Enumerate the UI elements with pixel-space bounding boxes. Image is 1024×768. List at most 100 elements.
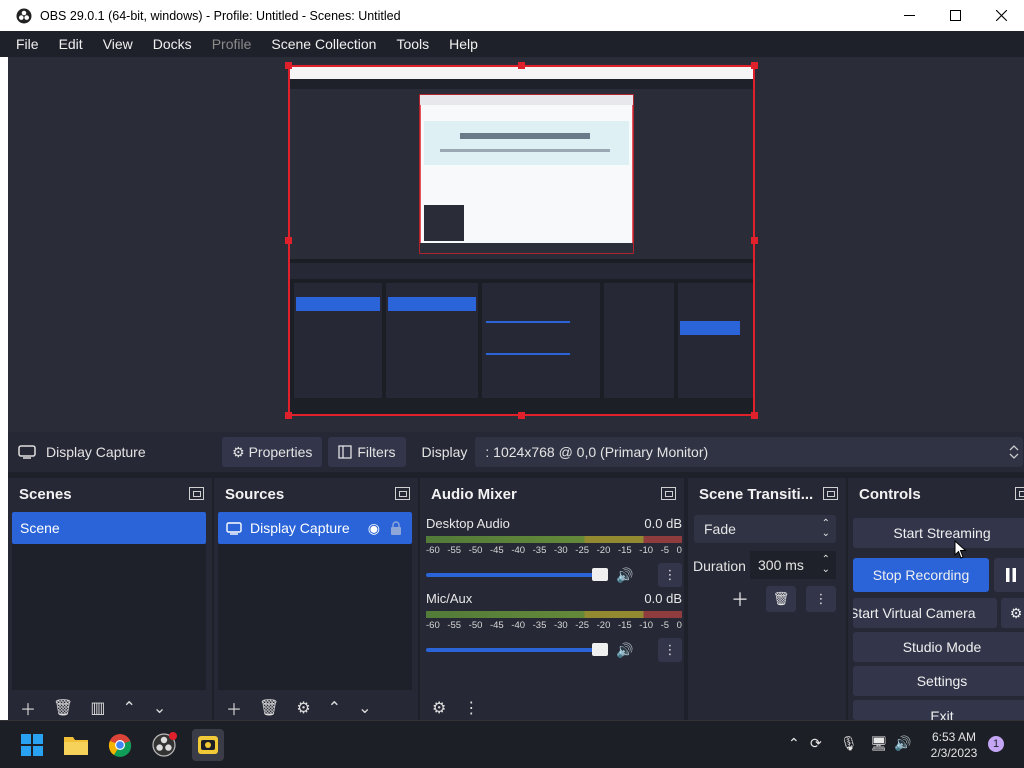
sources-list: Display Capture ◉ [218,512,412,690]
selected-source-name: Display Capture [46,444,146,460]
eye-icon[interactable]: ◉ [368,520,380,537]
settings-button[interactable]: Settings [853,666,1024,696]
microphone-icon[interactable]: 🎙 [840,735,858,752]
kebab-icon: ⋮ [663,642,677,657]
transition-select[interactable]: Fade ⌃ ⌄ [694,515,836,543]
mixer-channel-desktop: Desktop Audio 0.0 dB -60 -55 -50 -45 -40 -35-… [426,516,682,587]
duration-value: 300 ms [758,557,804,573]
duration-spinbox[interactable]: 300 ms ⌃ ⌄ [750,551,836,579]
exit-button[interactable]: Exit [853,700,1024,720]
menu-docks[interactable]: Docks [143,36,202,52]
volume-slider[interactable] [426,643,608,656]
speaker-icon[interactable]: 🔊 [616,567,633,584]
menu-view[interactable]: View [93,36,143,52]
display-select[interactable]: : 1024x768 @ 0,0 (Primary Monitor) [475,437,1024,467]
stop-recording-button[interactable]: Stop Recording [853,558,989,592]
move-up-icon[interactable]: ⌃ [122,698,135,718]
notification-badge[interactable]: 1 [988,736,1004,752]
studio-mode-button[interactable]: Studio Mode [853,632,1024,662]
minimize-button[interactable] [886,0,932,31]
transition-menu-button[interactable]: ⋮ [806,586,836,612]
move-down-icon[interactable]: ⌄ [153,698,166,718]
nested-obs-thumbnail [290,67,753,414]
trash-icon[interactable]: 🗑 [53,698,73,718]
undock-icon[interactable] [189,487,204,500]
sources-dock: Sources Display Capture ◉ ＋ 🗑 ⚙ ⌃ ⌄ [214,478,418,720]
scene-transitions-title: Scene Transiti... [699,485,814,503]
add-transition-button[interactable]: ＋ [726,586,754,612]
clock[interactable]: 6:53 AM 2/3/2023 [924,729,984,761]
volume-slider[interactable] [426,568,608,581]
display-capture-preview[interactable] [288,65,755,416]
app-taskbar-icon[interactable] [192,729,224,761]
menu-file[interactable]: File [6,36,49,52]
undock-icon[interactable] [661,487,676,500]
file-explorer-icon[interactable] [60,729,92,761]
menu-edit[interactable]: Edit [49,36,93,52]
volume-slider-handle[interactable] [592,643,608,656]
updown-arrows-icon[interactable]: ⌃ ⌄ [822,555,830,575]
gear-icon[interactable]: ⚙ [432,698,446,718]
menu-scene-collection[interactable]: Scene Collection [261,36,386,52]
menu-profile[interactable]: Profile [202,36,262,52]
resize-handle-ml[interactable] [285,237,292,244]
pause-recording-button[interactable] [994,558,1024,592]
menu-tools[interactable]: Tools [386,36,439,52]
trash-icon[interactable]: 🗑 [259,698,279,718]
chevron-up-icon[interactable]: ⌃ [788,735,800,752]
gear-icon: ⚙ [1009,604,1023,621]
resize-handle-br[interactable] [751,412,758,419]
undock-icon[interactable] [823,487,838,500]
menu-help[interactable]: Help [439,36,488,52]
speaker-icon[interactable]: 🔊 [616,642,633,659]
scene-item[interactable]: Scene [12,512,206,544]
virtual-camera-settings-button[interactable]: ⚙ [1001,598,1024,628]
display-select-value: : 1024x768 @ 0,0 (Primary Monitor) [485,444,709,460]
kebab-icon: ⋮ [814,591,828,606]
resize-handle-tc[interactable] [518,62,525,69]
selected-source: Display Capture [18,444,222,460]
gear-icon[interactable]: ⚙ [296,698,310,718]
start-streaming-button[interactable]: Start Streaming [853,518,1024,548]
properties-button[interactable]: ⚙ Properties [222,437,323,467]
close-button[interactable] [978,0,1024,31]
resize-handle-mr[interactable] [751,237,758,244]
start-virtual-camera-button[interactable]: Start Virtual Camera [853,598,997,628]
resize-handle-bc[interactable] [518,412,525,419]
undock-icon[interactable] [395,487,410,500]
add-icon[interactable]: ＋ [226,696,242,720]
kebab-icon: ⋮ [663,567,677,582]
volume-slider-handle[interactable] [592,568,608,581]
channel-name: Desktop Audio [426,516,510,531]
scenes-dock-header: Scenes [8,478,212,510]
obs-taskbar-icon[interactable] [148,729,180,761]
channel-menu-button[interactable]: ⋮ [658,563,682,587]
sources-title: Sources [225,485,285,503]
kebab-icon[interactable]: ⋮ [463,698,479,718]
windows-start-icon[interactable] [16,729,48,761]
channel-menu-button[interactable]: ⋮ [658,638,682,662]
scenes-dock: Scenes Scene ＋ 🗑 ▥ ⌃ ⌄ [8,478,212,720]
add-icon[interactable]: ＋ [20,696,36,720]
move-down-icon[interactable]: ⌄ [358,698,371,718]
speaker-icon[interactable]: 🔊 [894,735,911,752]
lock-icon[interactable] [390,521,402,535]
scene-transitions-header: Scene Transiti... [688,478,846,510]
remove-transition-button[interactable]: 🗑 [766,586,796,612]
resize-handle-bl[interactable] [285,412,292,419]
source-item[interactable]: Display Capture ◉ [218,512,412,544]
maximize-button[interactable] [932,0,978,31]
settings-label: Settings [916,673,968,689]
transition-select-value: Fade [704,521,736,537]
move-up-icon[interactable]: ⌃ [328,698,341,718]
taskbar: ⌃ ⟳ 🎙 🖥 🔊 6:53 AM 2/3/2023 1 [0,720,1024,768]
studio-mode-label: Studio Mode [902,639,982,655]
undock-icon[interactable] [1015,487,1024,500]
resize-handle-tl[interactable] [285,62,292,69]
filters-button[interactable]: Filters [328,437,406,467]
sync-icon[interactable]: ⟳ [810,735,822,752]
chrome-icon[interactable] [104,729,136,761]
network-icon[interactable]: 🖥 [870,735,888,752]
filter-icon[interactable]: ▥ [90,698,105,718]
resize-handle-tr[interactable] [751,62,758,69]
